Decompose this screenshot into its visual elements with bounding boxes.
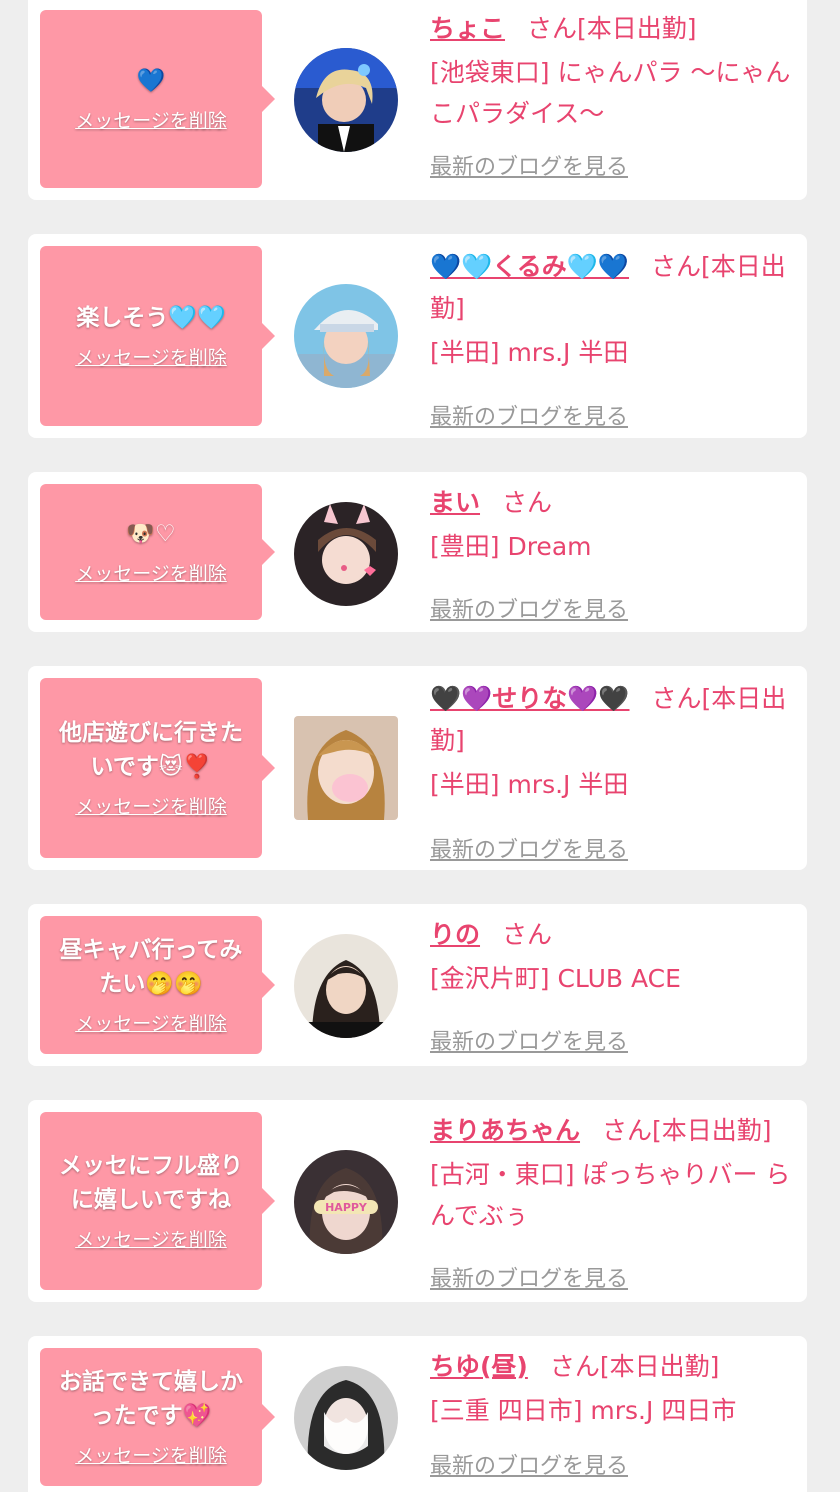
message-card: お話できて嬉しかったです💖 メッセージを削除 ちゆ(昼) さん[本日出勤] [三重… — [28, 1336, 807, 1492]
latest-blog-link[interactable]: 最新のブログを見る — [430, 1265, 628, 1295]
cast-info: まりあちゃん さん[本日出勤] [古河・東口] ぽっちゃりバー らんでぶぅ 最新の… — [430, 1110, 796, 1292]
message-card: 昼キャバ行ってみたい🤭🤭 メッセージを削除 りの さん [金沢片町] CLUB A… — [28, 904, 807, 1066]
avatar[interactable] — [294, 48, 398, 152]
message-card: 他店遊びに行きたいです😻❣️ メッセージを削除 🖤💜せりな💜🖤 さん[本日出勤] … — [28, 666, 807, 870]
message-text: 🐶♡ — [126, 521, 176, 547]
avatar[interactable] — [294, 934, 398, 1038]
delete-message-button[interactable]: メッセージを削除 — [75, 108, 227, 134]
cast-name-suffix: さん[本日出勤] — [602, 1116, 772, 1145]
message-card: 💙 メッセージを削除 ちょこ さん[本日出勤] [池袋東口] にゃんパラ 〜にゃん… — [28, 0, 807, 200]
profile-photo-icon: HAPPY — [294, 1150, 398, 1254]
message-bubble: 楽しそう🩵🩵 メッセージを削除 — [40, 246, 275, 426]
shop-name: [豊田] Dream — [430, 532, 592, 561]
latest-blog-link[interactable]: 最新のブログを見る — [430, 403, 628, 433]
message-bubble: メッセにフル盛りに嬉しいですね メッセージを削除 — [40, 1112, 275, 1290]
message-bubble: 昼キャバ行ってみたい🤭🤭 メッセージを削除 — [40, 916, 275, 1054]
name-line: 🖤💜せりな💜🖤 さん[本日出勤] — [430, 678, 796, 762]
message-bubble: お話できて嬉しかったです💖 メッセージを削除 — [40, 1348, 275, 1486]
latest-blog-link[interactable]: 最新のブログを見る — [430, 1452, 628, 1482]
name-line: まりあちゃん さん[本日出勤] — [430, 1110, 796, 1152]
latest-blog-link[interactable]: 最新のブログを見る — [430, 1028, 628, 1058]
delete-message-button[interactable]: メッセージを削除 — [75, 1443, 227, 1469]
cast-info: まい さん [豊田] Dream 最新のブログを見る — [430, 482, 796, 623]
message-card: 楽しそう🩵🩵 メッセージを削除 💙🩵くるみ🩵💙 さん[本日出勤] [半田] mrs… — [28, 234, 807, 438]
shop-name: [金沢片町] CLUB ACE — [430, 964, 681, 993]
cast-info: りの さん [金沢片町] CLUB ACE 最新のブログを見る — [430, 914, 796, 1055]
message-text: 💙 — [136, 68, 166, 94]
message-text: 他店遊びに行きたいです😻❣️ — [59, 720, 243, 780]
avatar[interactable] — [294, 502, 398, 606]
profile-photo-icon — [294, 934, 398, 1038]
latest-blog-link[interactable]: 最新のブログを見る — [430, 596, 628, 626]
message-text: お話できて嬉しかったです💖 — [59, 1369, 243, 1429]
name-line: ちょこ さん[本日出勤] — [430, 8, 796, 50]
message-card: メッセにフル盛りに嬉しいですね メッセージを削除 HAPPY まりあちゃん さん[… — [28, 1100, 807, 1302]
avatar[interactable]: HAPPY — [294, 1150, 398, 1254]
name-line: りの さん — [430, 914, 796, 956]
message-card: 🐶♡ メッセージを削除 まい さん [豊田] Dream 最新のブログを見る — [28, 472, 807, 632]
profile-photo-icon — [294, 716, 398, 820]
avatar[interactable] — [294, 716, 398, 820]
delete-message-button[interactable]: メッセージを削除 — [75, 1011, 227, 1037]
latest-blog-link[interactable]: 最新のブログを見る — [430, 153, 628, 183]
delete-message-button[interactable]: メッセージを削除 — [75, 1227, 227, 1253]
svg-text:HAPPY: HAPPY — [325, 1201, 368, 1214]
shop-name: [古河・東口] ぽっちゃりバー らんでぶぅ — [430, 1160, 791, 1230]
delete-message-button[interactable]: メッセージを削除 — [75, 561, 227, 587]
latest-blog-link[interactable]: 最新のブログを見る — [430, 836, 628, 866]
profile-photo-icon — [294, 502, 398, 606]
avatar[interactable] — [294, 1366, 398, 1470]
profile-photo-icon — [294, 48, 398, 152]
profile-photo-icon — [294, 284, 398, 388]
cast-name-suffix: さん — [502, 488, 553, 517]
name-line: ちゆ(昼) さん[本日出勤] — [430, 1346, 796, 1388]
message-text: 昼キャバ行ってみたい🤭🤭 — [59, 937, 243, 997]
shop-name: [三重 四日市] mrs.J 四日市 — [430, 1396, 737, 1425]
message-bubble: 他店遊びに行きたいです😻❣️ メッセージを削除 — [40, 678, 275, 858]
shop-name: [半田] mrs.J 半田 — [430, 770, 629, 799]
name-line: まい さん — [430, 482, 796, 524]
cast-name-suffix: さん — [502, 920, 553, 949]
shop-name: [池袋東口] にゃんパラ 〜にゃんこパラダイス〜 — [430, 58, 791, 128]
cast-info: ちゆ(昼) さん[本日出勤] [三重 四日市] mrs.J 四日市 最新のブログを… — [430, 1346, 796, 1479]
delete-message-button[interactable]: メッセージを削除 — [75, 345, 227, 371]
cast-name-link[interactable]: まりあちゃん — [430, 1116, 580, 1145]
message-bubble: 🐶♡ メッセージを削除 — [40, 484, 275, 620]
cast-name-suffix: さん[本日出勤] — [549, 1352, 720, 1381]
cast-name-link[interactable]: りの — [430, 920, 480, 949]
avatar[interactable] — [294, 284, 398, 388]
cast-name-suffix: さん[本日出勤] — [527, 14, 697, 43]
shop-name: [半田] mrs.J 半田 — [430, 338, 629, 367]
name-line: 💙🩵くるみ🩵💙 さん[本日出勤] — [430, 246, 796, 330]
cast-name-link[interactable]: まい — [430, 488, 480, 517]
cast-name-link[interactable]: 💙🩵くるみ🩵💙 — [430, 252, 629, 281]
cast-name-link[interactable]: 🖤💜せりな💜🖤 — [430, 684, 630, 713]
message-bubble: 💙 メッセージを削除 — [40, 10, 275, 188]
profile-photo-icon — [294, 1366, 398, 1470]
cast-info: ちょこ さん[本日出勤] [池袋東口] にゃんパラ 〜にゃんこパラダイス〜 最新の… — [430, 8, 796, 180]
cast-info: 🖤💜せりな💜🖤 さん[本日出勤] [半田] mrs.J 半田 最新のブログを見る — [430, 678, 796, 863]
message-text: メッセにフル盛りに嬉しいですね — [59, 1153, 243, 1213]
cast-name-link[interactable]: ちゆ(昼) — [430, 1352, 528, 1381]
cast-name-link[interactable]: ちょこ — [430, 14, 505, 43]
cast-info: 💙🩵くるみ🩵💙 さん[本日出勤] [半田] mrs.J 半田 最新のブログを見る — [430, 246, 796, 430]
delete-message-button[interactable]: メッセージを削除 — [75, 794, 227, 820]
message-text: 楽しそう🩵🩵 — [76, 305, 226, 331]
